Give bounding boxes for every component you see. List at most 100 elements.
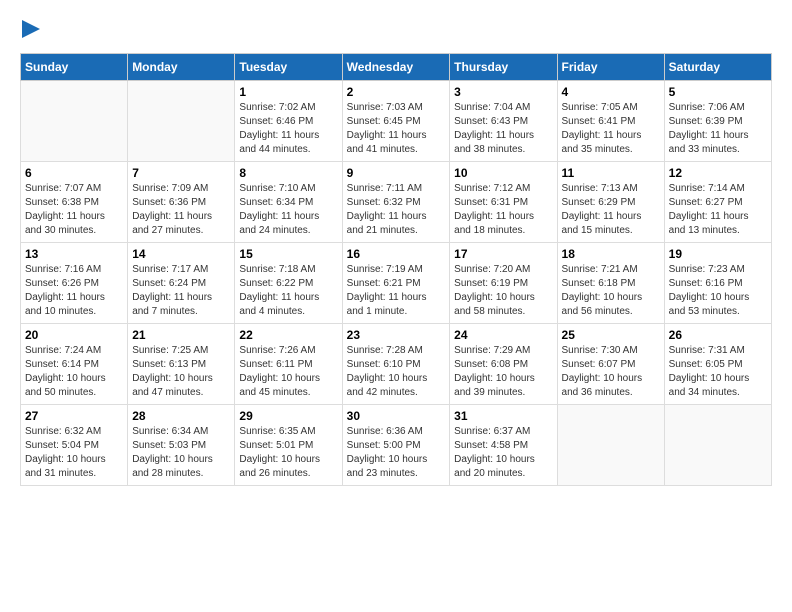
logo: [20, 20, 40, 43]
day-info: Sunrise: 7:29 AM Sunset: 6:08 PM Dayligh…: [454, 344, 552, 400]
calendar-cell: 7 Sunrise: 7:09 AM Sunset: 6:36 PM Daylig…: [128, 162, 235, 243]
day-info: Sunrise: 7:28 AM Sunset: 6:10 PM Dayligh…: [347, 344, 446, 400]
day-info: Sunrise: 7:14 AM Sunset: 6:27 PM Dayligh…: [669, 182, 767, 238]
calendar-cell: 15 Sunrise: 7:18 AM Sunset: 6:22 PM Dayli…: [235, 243, 342, 324]
calendar-cell: [21, 81, 128, 162]
col-header-saturday: Saturday: [664, 54, 771, 81]
calendar-cell: 14Sunrise: 7:17 AM Sunset: 6:24 PM Dayli…: [128, 243, 235, 324]
day-info: Sunrise: 7:06 AM Sunset: 6:39 PM Dayligh…: [669, 101, 767, 157]
calendar-cell: 11Sunrise: 7:13 AM Sunset: 6:29 PM Dayli…: [557, 162, 664, 243]
day-info: Sunrise: 6:36 AM Sunset: 5:00 PM Dayligh…: [347, 425, 446, 481]
calendar-week-3: 13 Sunrise: 7:16 AM Sunset: 6:26 PM Dayli…: [21, 243, 772, 324]
calendar-cell: 6 Sunrise: 7:07 AM Sunset: 6:38 PM Daylig…: [21, 162, 128, 243]
day-info: Sunrise: 7:07 AM Sunset: 6:38 PM Dayligh…: [25, 182, 123, 238]
col-header-friday: Friday: [557, 54, 664, 81]
day-number: 14: [132, 247, 230, 261]
day-info: Sunrise: 7:31 AM Sunset: 6:05 PM Dayligh…: [669, 344, 767, 400]
col-header-thursday: Thursday: [450, 54, 557, 81]
day-number: 18: [562, 247, 660, 261]
calendar-cell: 22 Sunrise: 7:26 AM Sunset: 6:11 PM Dayli…: [235, 324, 342, 405]
calendar-cell: 12 Sunrise: 7:14 AM Sunset: 6:27 PM Dayli…: [664, 162, 771, 243]
col-header-tuesday: Tuesday: [235, 54, 342, 81]
day-number: 24: [454, 328, 552, 342]
day-info: Sunrise: 7:30 AM Sunset: 6:07 PM Dayligh…: [562, 344, 660, 400]
day-number: 20: [25, 328, 123, 342]
calendar-cell: 16 Sunrise: 7:19 AM Sunset: 6:21 PM Dayli…: [342, 243, 450, 324]
day-number: 5: [669, 85, 767, 99]
day-info: Sunrise: 7:16 AM Sunset: 6:26 PM Dayligh…: [25, 263, 123, 319]
day-info: Sunrise: 6:37 AM Sunset: 4:58 PM Dayligh…: [454, 425, 552, 481]
day-info: Sunrise: 7:02 AM Sunset: 6:46 PM Dayligh…: [239, 101, 337, 157]
day-number: 3: [454, 85, 552, 99]
day-info: Sunrise: 7:04 AM Sunset: 6:43 PM Dayligh…: [454, 101, 552, 157]
calendar-week-5: 27 Sunrise: 6:32 AM Sunset: 5:04 PM Dayli…: [21, 405, 772, 486]
calendar-week-1: 1 Sunrise: 7:02 AM Sunset: 6:46 PM Daylig…: [21, 81, 772, 162]
calendar-cell: 3 Sunrise: 7:04 AM Sunset: 6:43 PM Daylig…: [450, 81, 557, 162]
day-info: Sunrise: 7:25 AM Sunset: 6:13 PM Dayligh…: [132, 344, 230, 400]
calendar-cell: [557, 405, 664, 486]
day-number: 22: [239, 328, 337, 342]
col-header-monday: Monday: [128, 54, 235, 81]
calendar-cell: 20 Sunrise: 7:24 AM Sunset: 6:14 PM Dayli…: [21, 324, 128, 405]
calendar-cell: [128, 81, 235, 162]
day-info: Sunrise: 7:20 AM Sunset: 6:19 PM Dayligh…: [454, 263, 552, 319]
day-info: Sunrise: 7:13 AM Sunset: 6:29 PM Dayligh…: [562, 182, 660, 238]
day-number: 30: [347, 409, 446, 423]
day-number: 31: [454, 409, 552, 423]
day-number: 21: [132, 328, 230, 342]
calendar-week-4: 20 Sunrise: 7:24 AM Sunset: 6:14 PM Dayli…: [21, 324, 772, 405]
calendar-cell: 4Sunrise: 7:05 AM Sunset: 6:41 PM Daylig…: [557, 81, 664, 162]
calendar-cell: 30 Sunrise: 6:36 AM Sunset: 5:00 PM Dayli…: [342, 405, 450, 486]
day-number: 15: [239, 247, 337, 261]
day-info: Sunrise: 6:34 AM Sunset: 5:03 PM Dayligh…: [132, 425, 230, 481]
day-info: Sunrise: 7:10 AM Sunset: 6:34 PM Dayligh…: [239, 182, 337, 238]
col-header-sunday: Sunday: [21, 54, 128, 81]
day-info: Sunrise: 7:18 AM Sunset: 6:22 PM Dayligh…: [239, 263, 337, 319]
calendar-cell: 26 Sunrise: 7:31 AM Sunset: 6:05 PM Dayli…: [664, 324, 771, 405]
calendar-cell: 19 Sunrise: 7:23 AM Sunset: 6:16 PM Dayli…: [664, 243, 771, 324]
col-header-wednesday: Wednesday: [342, 54, 450, 81]
day-number: 29: [239, 409, 337, 423]
calendar-cell: 31 Sunrise: 6:37 AM Sunset: 4:58 PM Dayli…: [450, 405, 557, 486]
day-number: 16: [347, 247, 446, 261]
calendar-cell: 25 Sunrise: 7:30 AM Sunset: 6:07 PM Dayli…: [557, 324, 664, 405]
calendar-cell: 13 Sunrise: 7:16 AM Sunset: 6:26 PM Dayli…: [21, 243, 128, 324]
day-info: Sunrise: 7:24 AM Sunset: 6:14 PM Dayligh…: [25, 344, 123, 400]
day-number: 19: [669, 247, 767, 261]
day-number: 13: [25, 247, 123, 261]
calendar-cell: 21 Sunrise: 7:25 AM Sunset: 6:13 PM Dayli…: [128, 324, 235, 405]
day-number: 6: [25, 166, 123, 180]
day-number: 7: [132, 166, 230, 180]
calendar-week-2: 6 Sunrise: 7:07 AM Sunset: 6:38 PM Daylig…: [21, 162, 772, 243]
day-number: 9: [347, 166, 446, 180]
day-info: Sunrise: 7:21 AM Sunset: 6:18 PM Dayligh…: [562, 263, 660, 319]
header: [20, 20, 772, 43]
day-info: Sunrise: 7:19 AM Sunset: 6:21 PM Dayligh…: [347, 263, 446, 319]
calendar-cell: 2 Sunrise: 7:03 AM Sunset: 6:45 PM Daylig…: [342, 81, 450, 162]
day-number: 2: [347, 85, 446, 99]
day-number: 28: [132, 409, 230, 423]
calendar-cell: 9Sunrise: 7:11 AM Sunset: 6:32 PM Daylig…: [342, 162, 450, 243]
day-number: 23: [347, 328, 446, 342]
day-info: Sunrise: 6:35 AM Sunset: 5:01 PM Dayligh…: [239, 425, 337, 481]
calendar: SundayMondayTuesdayWednesdayThursdayFrid…: [20, 53, 772, 486]
day-number: 17: [454, 247, 552, 261]
day-info: Sunrise: 7:26 AM Sunset: 6:11 PM Dayligh…: [239, 344, 337, 400]
calendar-cell: 10Sunrise: 7:12 AM Sunset: 6:31 PM Dayli…: [450, 162, 557, 243]
day-number: 12: [669, 166, 767, 180]
day-number: 26: [669, 328, 767, 342]
calendar-cell: 1 Sunrise: 7:02 AM Sunset: 6:46 PM Daylig…: [235, 81, 342, 162]
logo-arrow-icon: [22, 20, 40, 38]
calendar-header-row: SundayMondayTuesdayWednesdayThursdayFrid…: [21, 54, 772, 81]
day-info: Sunrise: 6:32 AM Sunset: 5:04 PM Dayligh…: [25, 425, 123, 481]
calendar-cell: 17 Sunrise: 7:20 AM Sunset: 6:19 PM Dayli…: [450, 243, 557, 324]
day-number: 1: [239, 85, 337, 99]
day-number: 25: [562, 328, 660, 342]
calendar-cell: 24 Sunrise: 7:29 AM Sunset: 6:08 PM Dayli…: [450, 324, 557, 405]
day-info: Sunrise: 7:03 AM Sunset: 6:45 PM Dayligh…: [347, 101, 446, 157]
day-number: 8: [239, 166, 337, 180]
day-info: Sunrise: 7:23 AM Sunset: 6:16 PM Dayligh…: [669, 263, 767, 319]
day-number: 4: [562, 85, 660, 99]
day-info: Sunrise: 7:09 AM Sunset: 6:36 PM Dayligh…: [132, 182, 230, 238]
day-number: 27: [25, 409, 123, 423]
